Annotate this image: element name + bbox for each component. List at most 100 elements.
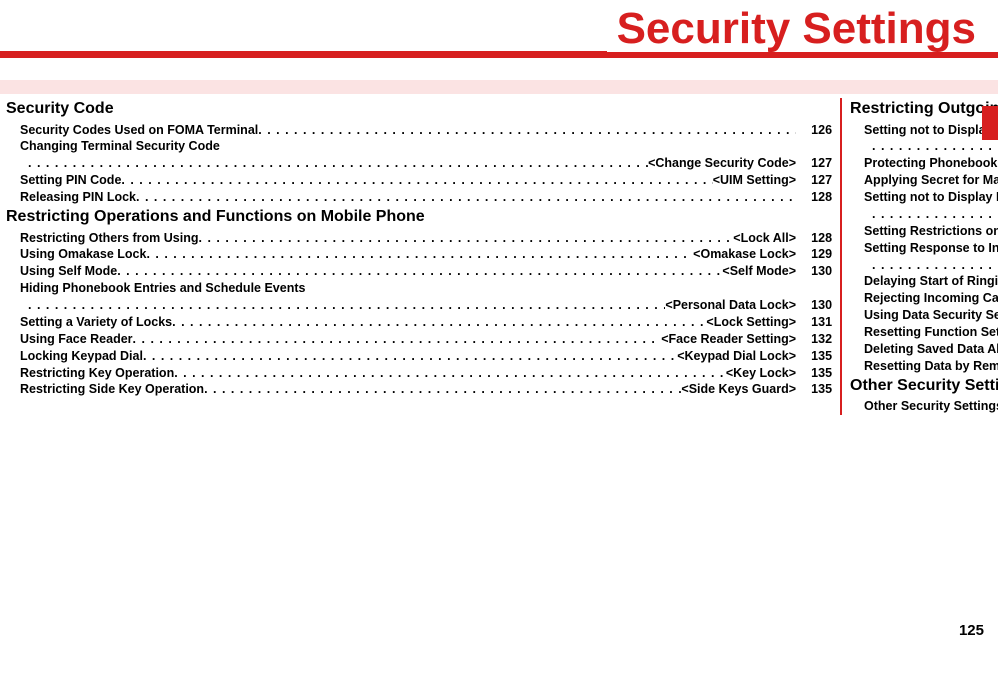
section-heading: Other Security Settings — [850, 375, 998, 397]
page-number: 125 — [959, 622, 984, 639]
leader-dots — [872, 138, 998, 155]
toc-tag: <Lock All> — [733, 230, 796, 247]
toc-entry: Setting Restrictions on Phonebook Entrie… — [864, 223, 998, 240]
toc-tag: <Lock Setting> — [706, 314, 796, 331]
toc-entry-cont: <Change Security Code>127 — [28, 155, 832, 172]
toc-tag: <Omakase Lock> — [693, 246, 796, 263]
toc-tag: <Self Mode> — [722, 263, 796, 280]
toc-label: Releasing PIN Lock — [20, 189, 136, 206]
section-heading: Restricting Operations and Functions on … — [6, 206, 832, 228]
toc-label: Other Security Settings — [864, 398, 998, 415]
toc-entry: Restricting Others from Using<Lock All>1… — [20, 230, 832, 247]
leader-dots — [199, 230, 734, 247]
section-heading: Restricting Outgoing/Incoming Calls or M… — [850, 98, 998, 120]
toc-entry: Setting a Variety of Locks <Lock Setting>… — [20, 314, 832, 331]
toc-entry: Setting not to Display Mail in Mailbox w… — [864, 189, 998, 206]
toc-entry: Restricting Side Key Operation <Side Keys… — [20, 381, 832, 398]
toc-label: Restricting Others from Using — [20, 230, 199, 247]
toc-label: Using Self Mode — [20, 263, 117, 280]
toc-entry: Using Omakase Lock <Omakase Lock>129 — [20, 246, 832, 263]
toc-entry-cont: <Mail Security>137 — [872, 206, 998, 223]
leader-dots — [143, 348, 677, 365]
toc-entry: Setting Response to Incoming Calls witho… — [864, 240, 998, 257]
page-title: Security Settings — [607, 6, 998, 52]
toc-page: 135 — [796, 381, 832, 398]
toc-entry: Delaying Start of Ringing Operation<Ring… — [864, 273, 998, 290]
leader-dots — [872, 257, 998, 274]
leader-dots — [136, 189, 796, 206]
leader-dots — [28, 297, 665, 314]
toc-label: Resetting Data by Remote Control — [864, 358, 998, 375]
toc-label: Security Codes Used on FOMA Terminal — [20, 122, 258, 139]
toc-label: Restricting Side Key Operation — [20, 381, 204, 398]
toc-page: 127 — [796, 155, 832, 172]
toc-entry: Applying Secret for Mail in Mailbox<Secr… — [864, 172, 998, 189]
toc-label: Using Data Security Service — [864, 307, 998, 324]
leader-dots — [204, 381, 681, 398]
toc-page: 128 — [796, 189, 832, 206]
section-heading: Security Code — [6, 98, 832, 120]
title-bar: Security Settings — [0, 0, 998, 62]
toc-label: Using Face Reader — [20, 331, 133, 348]
toc-label: Hiding Phonebook Entries and Schedule Ev… — [20, 280, 305, 297]
toc-left-column: Security Code Security Codes Used on FOMA… — [6, 98, 840, 415]
toc-label: Resetting Function Settings — [864, 324, 998, 341]
toc-columns: Security Code Security Codes Used on FOMA… — [0, 98, 998, 415]
toc-label: Rejecting Incoming Calls from Phone Numb… — [864, 290, 998, 307]
toc-tag: <Key Lock> — [726, 365, 796, 382]
toc-entry: Using Face Reader <Face Reader Setting>13… — [20, 331, 832, 348]
toc-label: Setting Restrictions on Phonebook Entrie… — [864, 223, 998, 240]
toc-entry: Resetting Function Settings<Reset Settin… — [864, 324, 998, 341]
toc-entry: Restricting Key Operation <Key Lock>135 — [20, 365, 832, 382]
toc-entry: Changing Terminal Security Code — [20, 138, 832, 155]
toc-entry: Setting not to Display Redial/Received C… — [864, 122, 998, 139]
toc-entry: Locking Keypad Dial <Keypad Dial Lock>135 — [20, 348, 832, 365]
toc-entry: Hiding Phonebook Entries and Schedule Ev… — [20, 280, 832, 297]
side-tab — [982, 106, 998, 140]
toc-entry: Protecting Phonebook Entries and Schedul… — [864, 155, 998, 172]
toc-label: Setting not to Display Redial/Received C… — [864, 122, 998, 139]
toc-tag: <Face Reader Setting> — [661, 331, 796, 348]
leader-dots — [174, 365, 726, 382]
toc-label: Restricting Key Operation — [20, 365, 174, 382]
toc-label: Delaying Start of Ringing Operation — [864, 273, 998, 290]
leader-dots — [121, 172, 712, 189]
leader-dots — [28, 155, 648, 172]
header-stripe — [0, 80, 998, 94]
toc-label: Changing Terminal Security Code — [20, 138, 220, 155]
toc-right-column: Restricting Outgoing/Incoming Calls or M… — [840, 98, 998, 415]
toc-entry: Releasing PIN Lock 128 — [20, 189, 832, 206]
toc-label: Setting a Variety of Locks — [20, 314, 172, 331]
toc-label: Locking Keypad Dial — [20, 348, 143, 365]
toc-page: 127 — [796, 172, 832, 189]
toc-page: 130 — [796, 297, 832, 314]
toc-page: 135 — [796, 348, 832, 365]
leader-dots — [172, 314, 706, 331]
leader-dots — [117, 263, 722, 280]
toc-label: Using Omakase Lock — [20, 246, 146, 263]
toc-entry: Other Security Settings143 — [864, 398, 998, 415]
toc-label: Setting Response to Incoming Calls witho… — [864, 240, 998, 257]
toc-page: 132 — [796, 331, 832, 348]
toc-page: 130 — [796, 263, 832, 280]
toc-tag: <Change Security Code> — [648, 155, 796, 172]
toc-entry: Setting PIN Code<UIM Setting>127 — [20, 172, 832, 189]
toc-tag: <Personal Data Lock> — [665, 297, 796, 314]
toc-entry-cont: <Personal Data Lock>130 — [28, 297, 832, 314]
leader-dots — [133, 331, 662, 348]
toc-tag: <Side Keys Guard> — [681, 381, 796, 398]
toc-label: Protecting Phonebook Entries and Schedul… — [864, 155, 998, 172]
leader-dots — [258, 122, 796, 139]
toc-entry: Resetting Data by Remote Control<Remote … — [864, 358, 998, 375]
toc-page: 129 — [796, 246, 832, 263]
toc-entry: Rejecting Incoming Calls from Phone Numb… — [864, 290, 998, 307]
toc-tag: <Keypad Dial Lock> — [677, 348, 796, 365]
toc-label: Applying Secret for Mail in Mailbox — [864, 172, 998, 189]
toc-page: 131 — [796, 314, 832, 331]
toc-label: Deleting Saved Data All at Once — [864, 341, 998, 358]
toc-page: 126 — [796, 122, 832, 139]
toc-page: 135 — [796, 365, 832, 382]
toc-entry: Deleting Saved Data All at Once<Initiali… — [864, 341, 998, 358]
toc-tag: <UIM Setting> — [713, 172, 796, 189]
leader-dots — [146, 246, 693, 263]
